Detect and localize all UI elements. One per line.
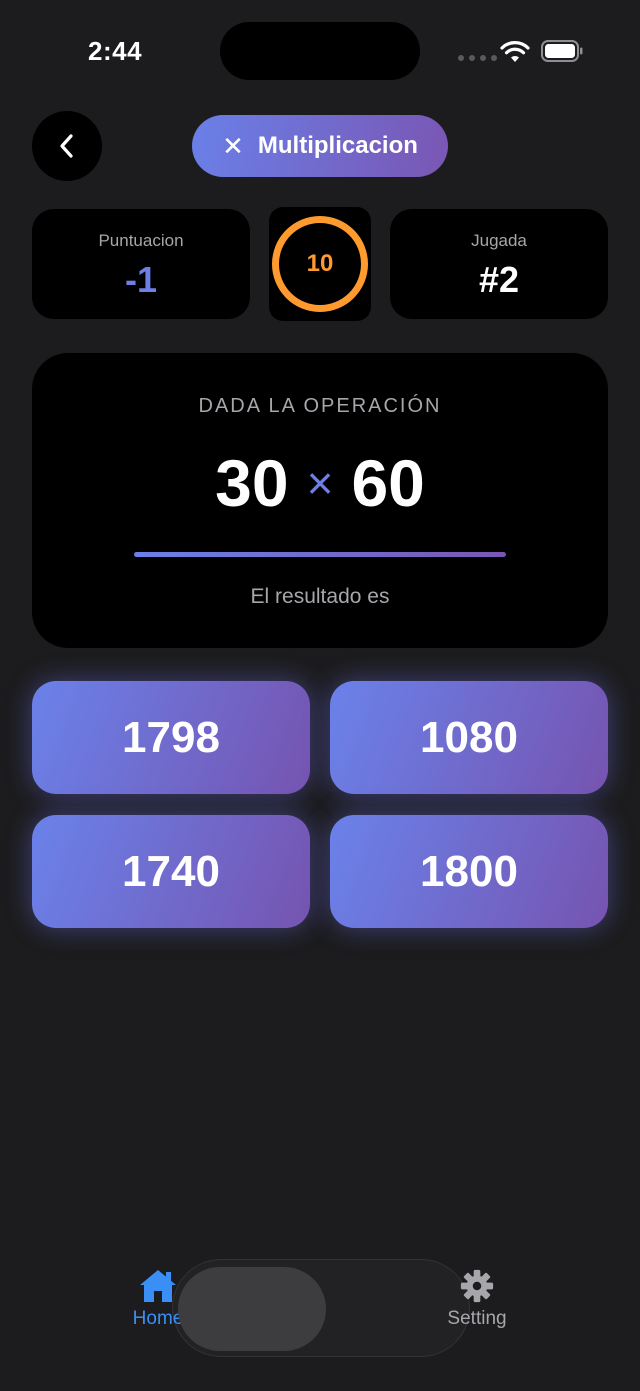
question-divider	[134, 552, 506, 557]
score-value: -1	[124, 259, 157, 300]
house-icon	[140, 1270, 176, 1302]
cellular-signal-icon	[458, 55, 497, 61]
play-value: #2	[478, 259, 520, 300]
answer-button-4[interactable]: 1800	[330, 815, 608, 928]
answer-button-1[interactable]: 1798	[32, 681, 310, 794]
score-card: Puntuacion -1	[32, 209, 250, 319]
operand-left: 30	[215, 446, 289, 520]
timer-ring: 10	[272, 216, 368, 312]
play-card: Jugada #2	[390, 209, 608, 319]
gear-icon	[460, 1269, 494, 1303]
game-screen: 2:44 ✕ Multiplicacion Puntuacion -1 10 J…	[0, 0, 640, 1391]
status-time: 2:44	[88, 36, 143, 66]
timer-value: 10	[306, 250, 334, 277]
answer-button-3[interactable]: 1740	[32, 815, 310, 928]
question-label: DADA LA OPERACIÓN	[198, 395, 442, 417]
question-card: DADA LA OPERACIÓN 30 × 60 El resultado e…	[32, 353, 608, 648]
operator-symbol: ×	[306, 457, 334, 509]
tab-setting-label: Setting	[447, 1308, 507, 1329]
timer-card: 10	[269, 207, 371, 321]
operation-title: Multiplicacion	[257, 132, 418, 159]
back-button[interactable]	[32, 111, 102, 181]
operation-expression: 30 × 60	[32, 445, 608, 521]
tab-home-label: Home	[132, 1308, 184, 1329]
close-icon: ✕	[222, 130, 244, 161]
operation-title-pill[interactable]: ✕ Multiplicacion	[192, 115, 448, 177]
chevron-left-icon	[60, 134, 73, 158]
score-label: Puntuacion	[98, 231, 184, 250]
dynamic-island	[220, 22, 420, 80]
battery-icon	[541, 40, 583, 62]
operand-right: 60	[351, 446, 425, 520]
tab-setting[interactable]: Setting	[438, 1268, 516, 1330]
play-label: Jugada	[471, 231, 527, 250]
wifi-icon	[500, 41, 530, 62]
question-subtitle: El resultado es	[250, 585, 390, 608]
answer-button-2[interactable]: 1080	[330, 681, 608, 794]
tab-selection-indicator	[178, 1267, 326, 1351]
